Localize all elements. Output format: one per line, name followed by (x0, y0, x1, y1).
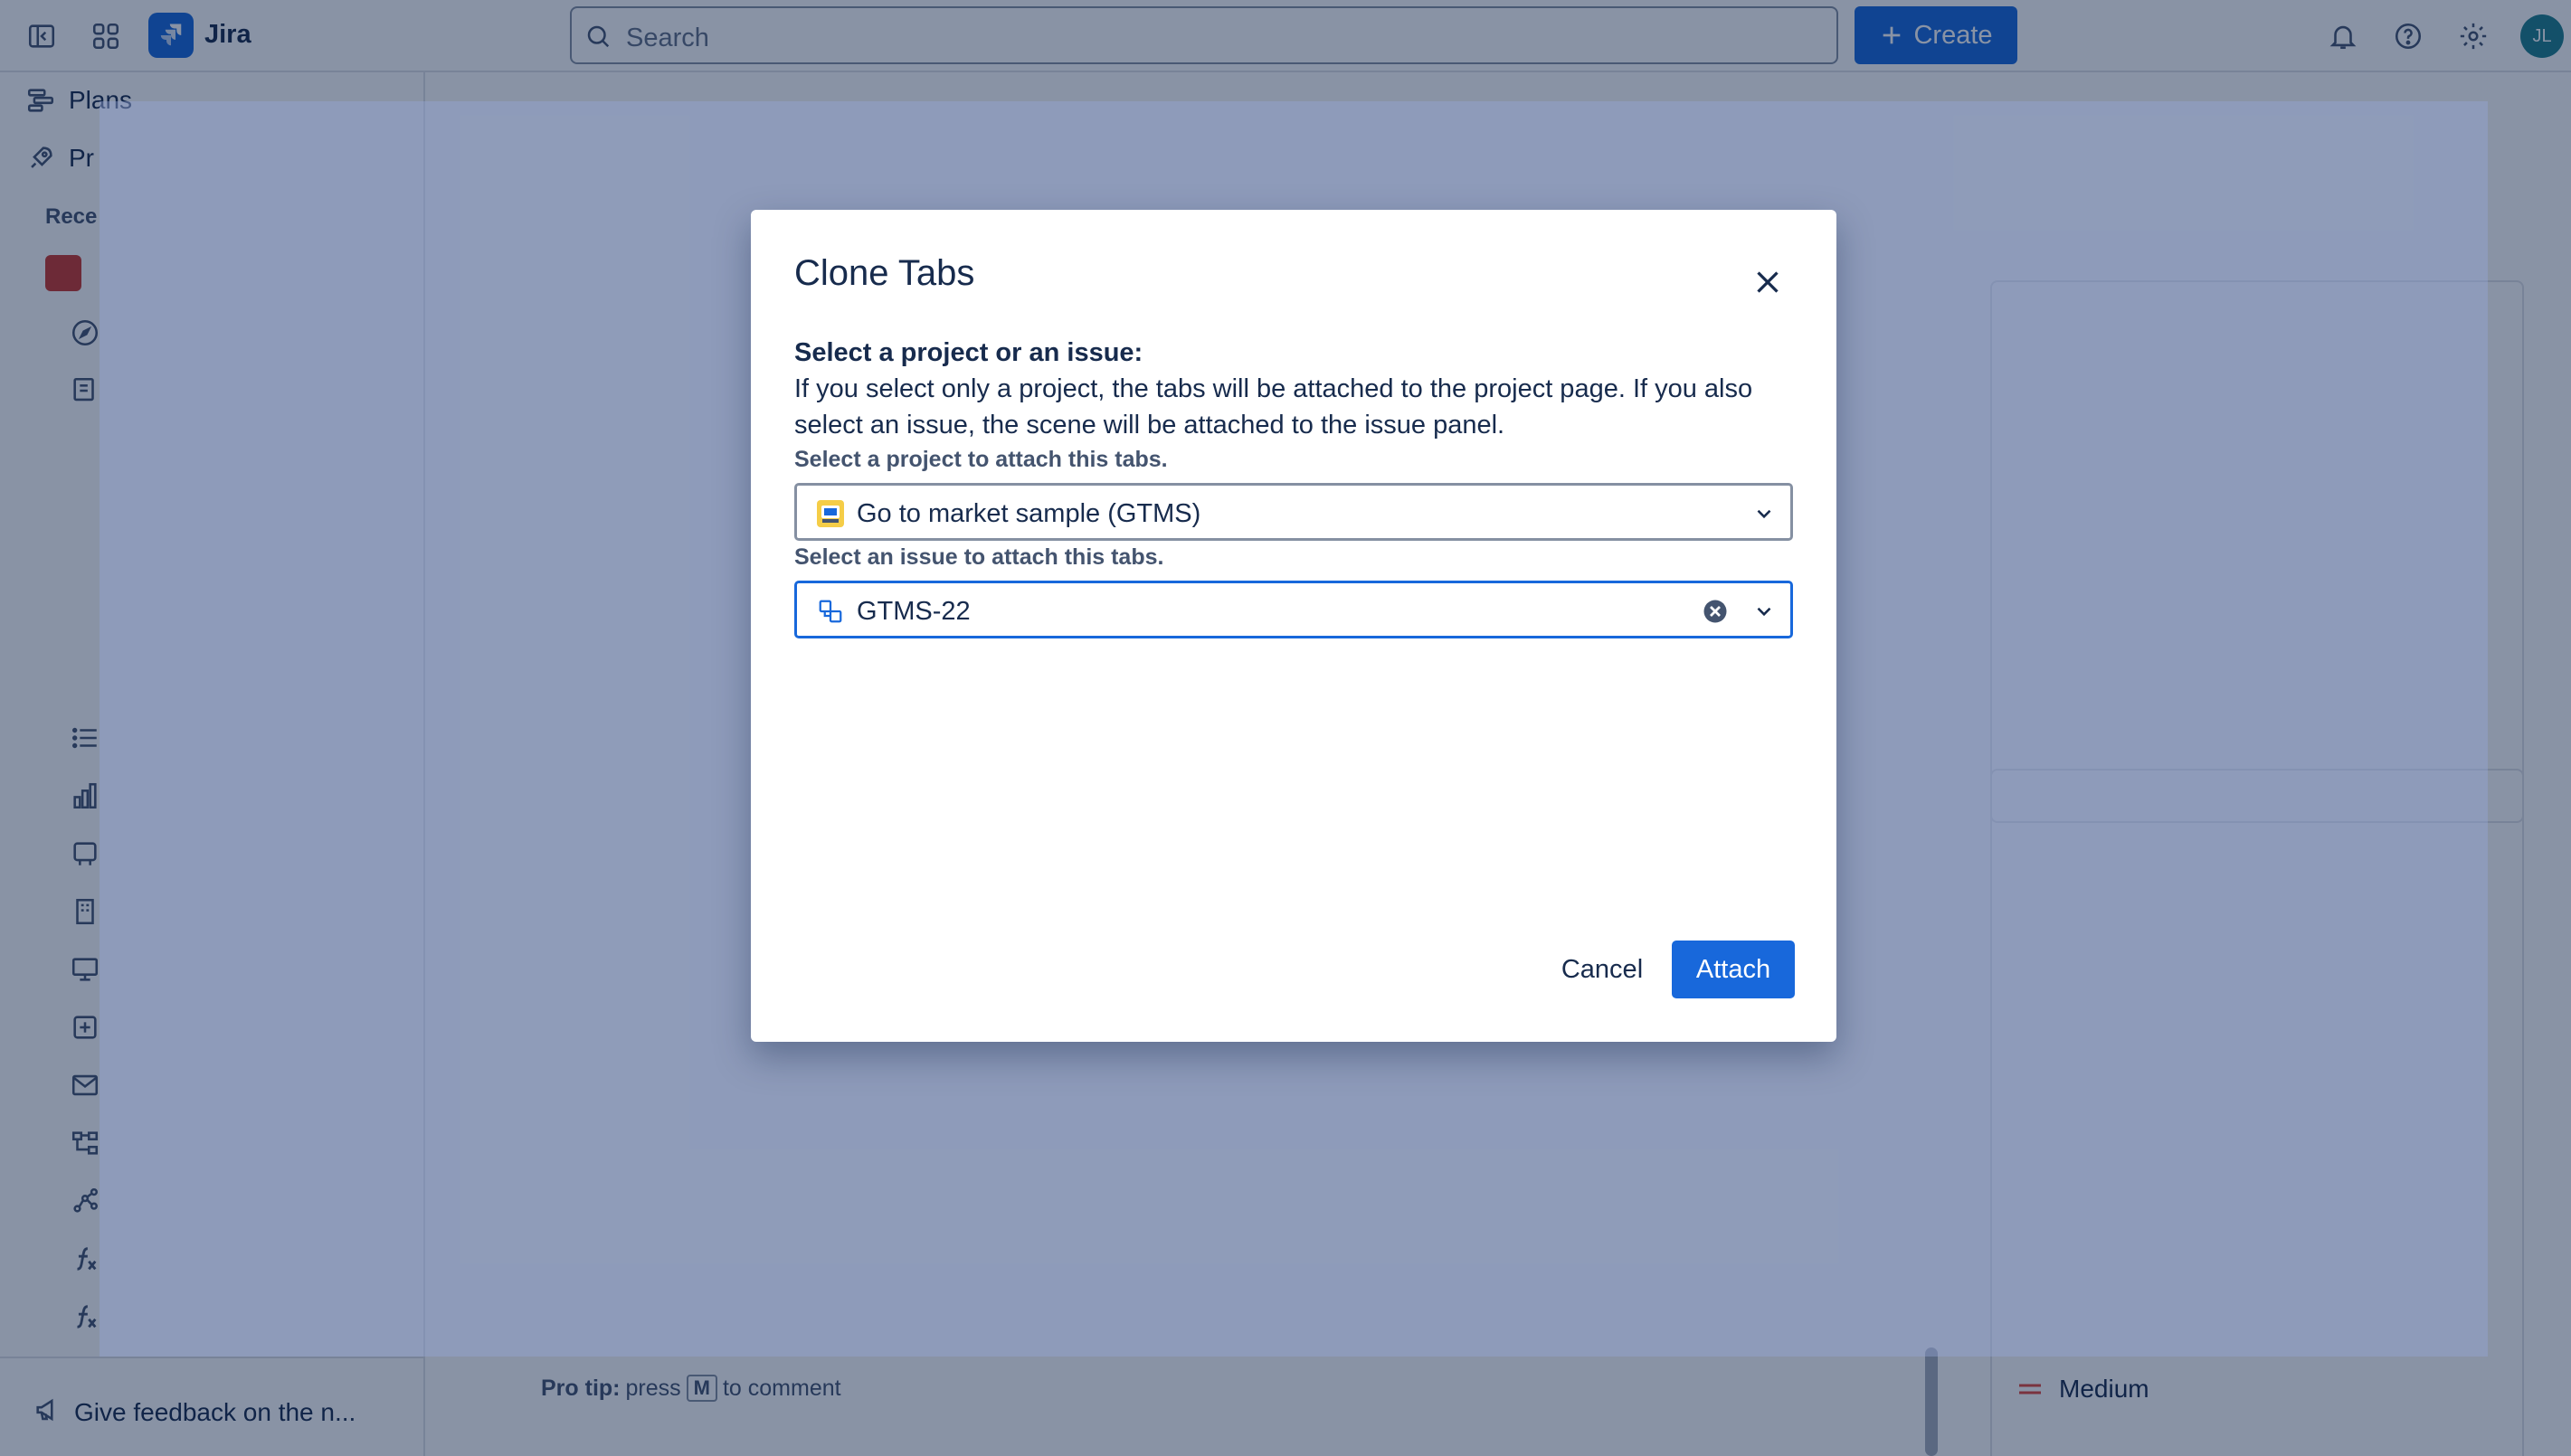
dialog-description: If you select only a project, the tabs w… (794, 374, 1753, 440)
issue-select[interactable]: GTMS-22 (794, 581, 1793, 638)
project-select-label: Select a project to attach this tabs. (794, 447, 1168, 472)
clear-icon[interactable] (1702, 598, 1729, 625)
issue-select-value: GTMS-22 (857, 597, 971, 626)
project-select-value: Go to market sample (GTMS) (857, 499, 1201, 528)
subtask-icon (817, 598, 844, 625)
chevron-down-icon[interactable] (1752, 502, 1776, 525)
chevron-down-icon[interactable] (1752, 600, 1776, 623)
project-avatar-icon (817, 500, 844, 527)
dialog-heading: Select a project or an issue: (794, 338, 1143, 367)
dialog-title: Clone Tabs (794, 253, 975, 293)
clone-tabs-dialog: Clone Tabs Select a project or an issue:… (751, 210, 1836, 1042)
attach-button[interactable]: Attach (1672, 941, 1795, 998)
project-select[interactable]: Go to market sample (GTMS) (794, 483, 1793, 541)
cancel-button[interactable]: Cancel (1529, 941, 1675, 998)
issue-select-label: Select an issue to attach this tabs. (794, 544, 1164, 570)
close-icon[interactable] (1746, 260, 1789, 304)
